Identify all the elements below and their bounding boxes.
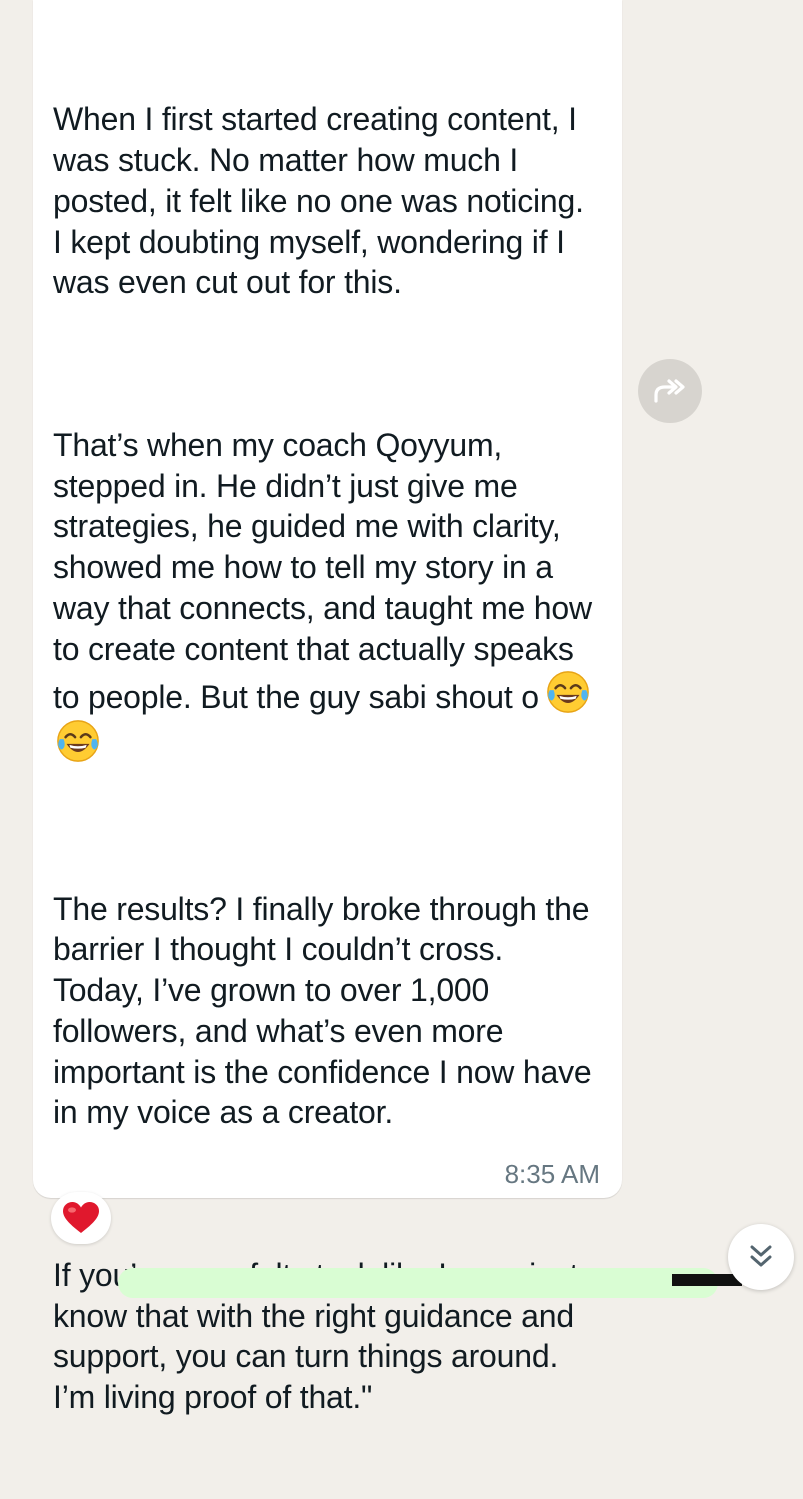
scroll-to-bottom-button[interactable] xyxy=(728,1224,794,1290)
forward-button[interactable] xyxy=(638,359,702,423)
next-outgoing-message[interactable] xyxy=(118,1268,718,1298)
next-media-preview xyxy=(672,1274,742,1286)
forward-arrow-icon xyxy=(654,379,685,403)
message-paragraph: That’s when my coach Qoyyum, stepped in.… xyxy=(53,425,598,767)
message-paragraph: When I first started creating content, I… xyxy=(53,101,593,301)
message-timestamp: 8:35 AM xyxy=(504,1159,600,1189)
tears-of-joy-emoji xyxy=(57,720,99,762)
tears-of-joy-emoji xyxy=(546,671,589,714)
message-reaction[interactable] xyxy=(51,1192,111,1244)
double-chevron-down-icon xyxy=(750,1245,772,1267)
message-paragraph: The results? I finally broke through the… xyxy=(53,890,601,1131)
incoming-message-bubble[interactable]: When I first started creating content, I… xyxy=(33,0,622,1415)
red-heart-emoji xyxy=(63,1202,99,1233)
